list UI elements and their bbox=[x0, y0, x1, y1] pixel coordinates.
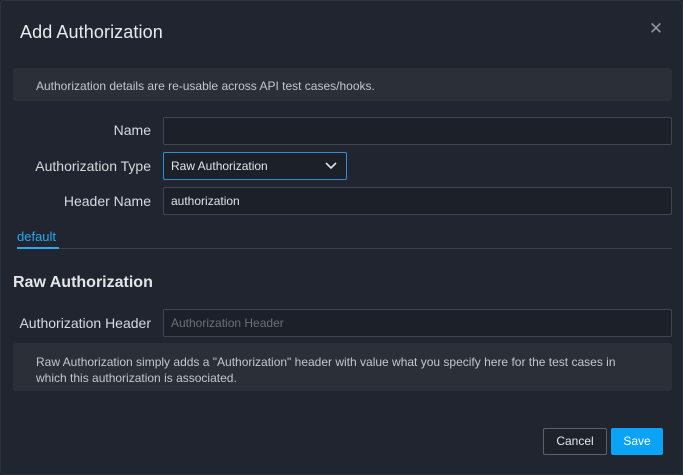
section-title: Raw Authorization bbox=[13, 274, 153, 291]
authorization-type-label: Authorization Type bbox=[35, 158, 151, 174]
chevron-down-icon bbox=[325, 162, 337, 170]
header-name-input[interactable] bbox=[163, 187, 672, 215]
raw-authorization-help: Raw Authorization simply adds a "Authori… bbox=[13, 343, 672, 391]
name-input[interactable] bbox=[163, 117, 672, 145]
close-icon[interactable]: ✕ bbox=[647, 20, 665, 38]
name-label: Name bbox=[113, 122, 151, 138]
authorization-type-select[interactable]: Raw Authorization bbox=[163, 152, 347, 180]
authorization-type-value: Raw Authorization bbox=[171, 159, 268, 173]
tab-active-indicator bbox=[17, 247, 59, 249]
tab-default[interactable]: default bbox=[17, 229, 56, 244]
info-banner-text: Authorization details are re-usable acro… bbox=[36, 79, 375, 93]
dialog-title: Add Authorization bbox=[20, 22, 163, 42]
add-authorization-dialog: Add Authorization ✕ Authorization detail… bbox=[0, 0, 683, 475]
raw-authorization-help-text: Raw Authorization simply adds a "Authori… bbox=[36, 355, 616, 385]
authorization-header-input[interactable] bbox=[163, 309, 672, 337]
cancel-button[interactable]: Cancel bbox=[543, 428, 607, 455]
authorization-header-label: Authorization Header bbox=[19, 315, 151, 331]
info-banner: Authorization details are re-usable acro… bbox=[13, 68, 672, 101]
tab-divider bbox=[59, 248, 672, 249]
header-name-label: Header Name bbox=[63, 193, 151, 209]
save-button[interactable]: Save bbox=[611, 428, 663, 455]
